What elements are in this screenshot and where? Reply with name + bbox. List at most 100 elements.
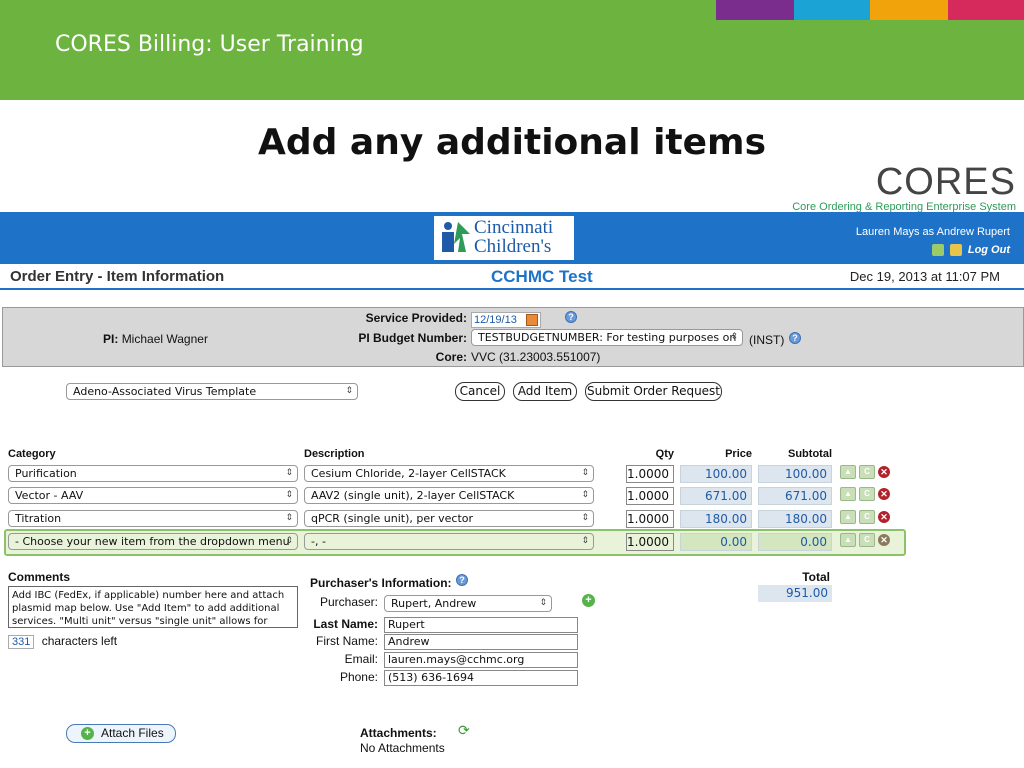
attach-files-label: Attach Files	[101, 726, 164, 740]
cores-logo-word: CORES	[875, 161, 1016, 203]
qty-input[interactable]: 1.0000	[626, 533, 674, 551]
copy-icon[interactable]: C	[859, 533, 875, 547]
refresh-icon[interactable]: ⟳	[458, 722, 470, 739]
budget-suffix: (INST)	[749, 333, 785, 347]
qty-input[interactable]: 1.0000	[626, 487, 674, 505]
comments-textarea[interactable]: Add IBC (FedEx, if applicable) number he…	[8, 586, 298, 628]
color-strip-orange	[870, 0, 948, 20]
template-select-value: Adeno-Associated Virus Template	[73, 385, 257, 398]
purchaser-help-icon[interactable]: ?	[456, 574, 468, 586]
description-select[interactable]: AAV2 (single unit), 2-layer CellSTACK ⇕	[304, 487, 594, 504]
delete-icon[interactable]: ✕	[878, 488, 890, 500]
phone-field[interactable]: (513) 636-1694	[384, 670, 578, 686]
row-actions: ▲ C ✕	[840, 465, 890, 479]
chars-left: 331 characters left	[8, 634, 117, 649]
template-select[interactable]: Adeno-Associated Virus Template ⇕	[66, 383, 358, 400]
attachments-heading: Attachments:	[360, 726, 437, 740]
service-date-value: 12/19/13	[474, 314, 517, 326]
person-icon[interactable]: ▲	[840, 465, 856, 479]
description-value: -, -	[311, 535, 326, 548]
email-label: Email:	[344, 652, 378, 666]
budget-number-label: PI Budget Number:	[358, 331, 467, 345]
subtotal-value: 180.00	[758, 510, 832, 528]
description-select[interactable]: Cesium Chloride, 2-layer CellSTACK ⇕	[304, 465, 594, 482]
category-value: Purification	[15, 467, 77, 480]
page-title-row: Order Entry - Item Information CCHMC Tes…	[0, 264, 1024, 290]
price-value: 100.00	[680, 465, 752, 483]
column-price: Price	[725, 448, 752, 460]
person-icon[interactable]: ▲	[840, 533, 856, 547]
description-select[interactable]: -, - ⇕	[304, 533, 594, 550]
column-category: Category	[8, 448, 56, 460]
add-item-button[interactable]: Add Item	[513, 382, 577, 401]
core-value: VVC (31.23003.551007)	[471, 350, 601, 364]
category-select[interactable]: - Choose your new item from the dropdown…	[8, 533, 298, 550]
org-title: CCHMC Test	[491, 267, 593, 286]
last-name-field[interactable]: Rupert	[384, 617, 578, 633]
logout-area: Log Out	[931, 244, 1010, 256]
total-label: Total	[802, 570, 830, 584]
phone-label: Phone:	[339, 670, 378, 684]
delete-icon[interactable]: ✕	[878, 511, 890, 523]
select-arrow-icon: ⇕	[539, 598, 547, 608]
category-select[interactable]: Vector - AAV ⇕	[8, 487, 298, 504]
service-help-icon[interactable]: ?	[565, 311, 577, 323]
description-select[interactable]: qPCR (single unit), per vector ⇕	[304, 510, 594, 527]
purchaser-heading-text: Purchaser's Information:	[310, 576, 452, 590]
user-switch-icon[interactable]	[931, 244, 944, 256]
delete-icon[interactable]: ✕	[878, 466, 890, 478]
select-arrow-icon: ⇕	[285, 490, 293, 500]
total-value: 951.00	[758, 585, 832, 602]
calendar-icon[interactable]	[526, 314, 538, 326]
subtotal-value: 0.00	[758, 533, 832, 551]
row-actions: ▲ C ✕	[840, 533, 890, 547]
last-name-label: Last Name:	[313, 617, 378, 631]
first-name-field[interactable]: Andrew	[384, 634, 578, 650]
row-actions: ▲ C ✕	[840, 510, 890, 524]
color-strip-blue	[794, 0, 870, 20]
page-title: Order Entry - Item Information	[10, 268, 225, 285]
service-provided-label: Service Provided:	[365, 311, 467, 325]
copy-icon[interactable]: C	[859, 465, 875, 479]
copy-icon[interactable]: C	[859, 510, 875, 524]
category-select[interactable]: Titration ⇕	[8, 510, 298, 527]
category-value: Titration	[15, 512, 62, 525]
description-value: Cesium Chloride, 2-layer CellSTACK	[311, 467, 506, 480]
add-purchaser-icon[interactable]: +	[582, 594, 595, 607]
service-date-field[interactable]: 12/19/13	[471, 312, 541, 328]
slide-title: CORES Billing: User Training	[55, 32, 364, 57]
budget-number-select[interactable]: TESTBUDGETNUMBER: For testing purposes o…	[471, 329, 743, 346]
core-label: Core:	[435, 350, 467, 364]
qty-input[interactable]: 1.0000	[626, 510, 674, 528]
description-value: AAV2 (single unit), 2-layer CellSTACK	[311, 489, 515, 502]
page-datetime: Dec 19, 2013 at 11:07 PM	[849, 269, 1000, 284]
delete-icon[interactable]: ✕	[878, 534, 890, 546]
select-arrow-icon: ⇕	[581, 536, 589, 546]
comments-label: Comments	[8, 570, 71, 584]
subtotal-value: 100.00	[758, 465, 832, 483]
order-info-panel: PI: Michael Wagner Service Provided: 12/…	[2, 307, 1024, 367]
cancel-button[interactable]: Cancel	[455, 382, 505, 401]
select-arrow-icon: ⇕	[285, 468, 293, 478]
select-arrow-icon: ⇕	[345, 386, 353, 396]
submit-order-button[interactable]: Submit Order Request	[585, 382, 722, 401]
select-arrow-icon: ⇕	[285, 536, 293, 546]
budget-help-icon[interactable]: ?	[789, 332, 801, 344]
select-arrow-icon: ⇕	[581, 490, 589, 500]
qty-input[interactable]: 1.0000	[626, 465, 674, 483]
attach-files-button[interactable]: + Attach Files	[66, 724, 176, 743]
copy-icon[interactable]: C	[859, 487, 875, 501]
subtotal-value: 671.00	[758, 487, 832, 505]
person-icon[interactable]: ▲	[840, 510, 856, 524]
logout-link[interactable]: Log Out	[968, 244, 1010, 256]
chars-left-count: 331	[8, 635, 35, 649]
purchaser-select[interactable]: Rupert, Andrew ⇕	[384, 595, 552, 612]
cincinnati-childrens-logo-text: Cincinnati Children's	[474, 218, 553, 256]
purchaser-value: Rupert, Andrew	[391, 597, 477, 610]
category-value: - Choose your new item from the dropdown…	[15, 535, 290, 548]
row-actions: ▲ C ✕	[840, 487, 890, 501]
budget-number-value: TESTBUDGETNUMBER: For testing purposes o…	[478, 331, 737, 344]
category-select[interactable]: Purification ⇕	[8, 465, 298, 482]
person-icon[interactable]: ▲	[840, 487, 856, 501]
email-field[interactable]: lauren.mays@cchmc.org	[384, 652, 578, 668]
